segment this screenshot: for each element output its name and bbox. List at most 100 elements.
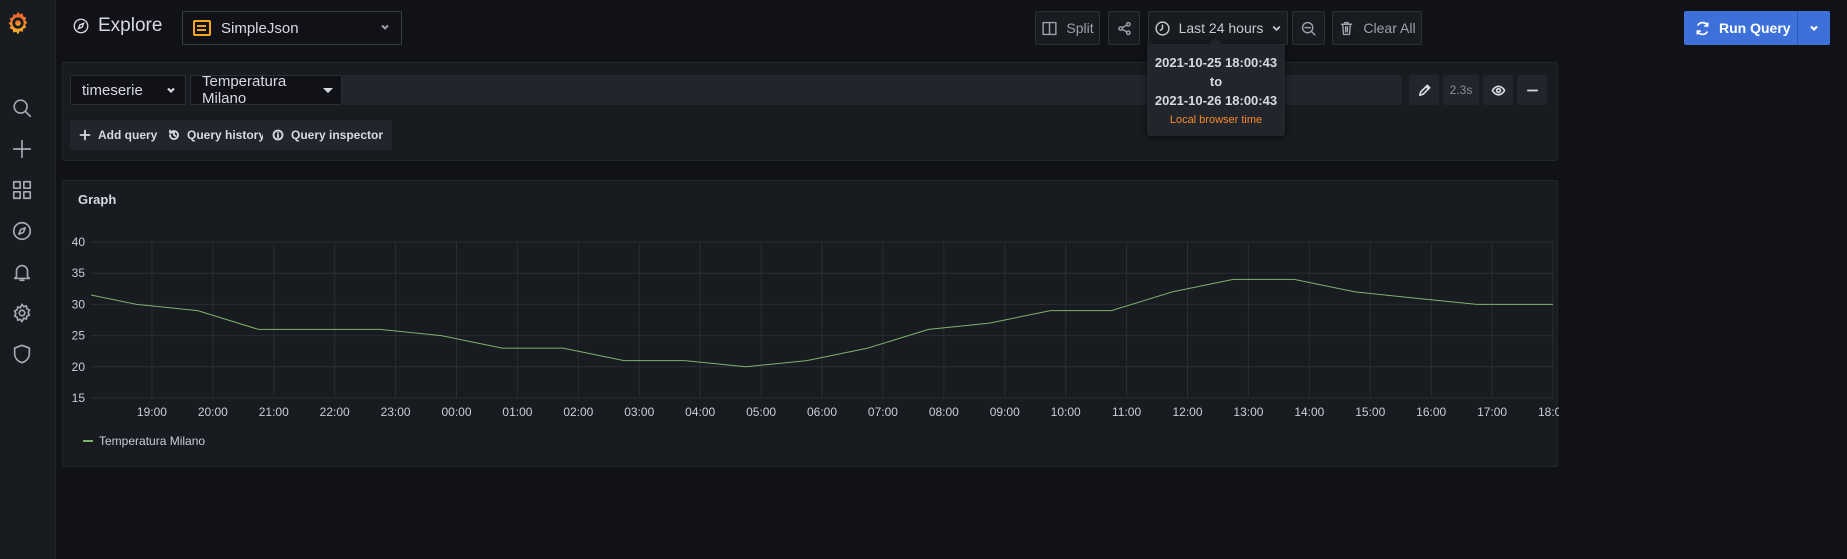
x-tick-label: 05:00 (746, 405, 776, 419)
dashboards-icon[interactable] (10, 178, 34, 202)
eye-icon (1491, 84, 1505, 96)
chevron-down-icon (167, 87, 175, 94)
info-icon (272, 129, 284, 141)
x-tick-label: 02:00 (563, 405, 593, 419)
legend-item[interactable]: Temperatura Milano (83, 434, 205, 448)
x-tick-label: 12:00 (1172, 405, 1202, 419)
tooltip-to: 2021-10-26 18:00:43 (1154, 93, 1278, 108)
split-columns-icon (1042, 21, 1057, 35)
y-tick-label: 25 (72, 329, 86, 343)
run-query-label: Run Query (1719, 20, 1791, 36)
x-tick-label: 00:00 (441, 405, 471, 419)
minus-icon (1526, 89, 1538, 91)
chevron-down-icon (1273, 25, 1281, 31)
time-range-tooltip: 2021-10-25 18:00:43 to 2021-10-26 18:00:… (1147, 38, 1285, 136)
tooltip-to-word: to (1209, 74, 1223, 89)
plus-icon (79, 129, 91, 141)
share-icon (1117, 21, 1131, 35)
run-query-button[interactable]: Run Query (1684, 11, 1830, 45)
x-tick-label: 09:00 (990, 405, 1020, 419)
zoom-out-icon (1301, 21, 1316, 36)
legend-label: Temperatura Milano (99, 434, 206, 448)
chevron-down-icon (379, 20, 391, 37)
x-tick-label: 11:00 (1112, 405, 1141, 419)
x-tick-label: 17:00 (1477, 405, 1507, 419)
graph-chart[interactable]: 15 20 25 30 35 40 19:00 20:00 21:00 22:00 23:00 00:… (63, 181, 1559, 468)
x-tick-label: 14:00 (1294, 405, 1324, 419)
split-button[interactable]: Split (1035, 11, 1100, 45)
x-tick-label: 03:00 (624, 405, 654, 419)
remove-query-button[interactable] (1517, 75, 1547, 105)
graph-panel: Graph 15 20 25 30 35 40 19:00 20:00 21:00 22:00 23… (62, 180, 1559, 468)
x-tick-label: 19:00 (137, 405, 167, 419)
trash-icon (1341, 21, 1353, 35)
query-type-select[interactable]: timeserie (70, 75, 186, 105)
edit-query-button[interactable] (1409, 75, 1439, 105)
x-tick-label: 16:00 (1416, 405, 1446, 419)
x-tick-label: 18:00 (1538, 405, 1559, 419)
query-time-badge: 2.3s (1443, 75, 1479, 105)
explore-compass-icon[interactable] (10, 219, 34, 243)
query-time-value: 2.3s (1449, 83, 1473, 97)
y-tick-label: 20 (72, 360, 86, 374)
toggle-visibility-button[interactable] (1483, 75, 1513, 105)
x-tick-label: 04:00 (685, 405, 715, 419)
page-title-text: Explore (98, 15, 163, 36)
x-tick-label: 22:00 (320, 405, 350, 419)
datasource-name: SimpleJson (221, 19, 299, 37)
clear-all-button[interactable]: Clear All (1332, 11, 1422, 45)
x-tick-label: 10:00 (1051, 405, 1081, 419)
x-tick-label: 21:00 (259, 405, 289, 419)
explore-compass-icon (73, 18, 89, 34)
caret-down-icon (323, 87, 333, 93)
search-icon[interactable] (10, 96, 34, 120)
x-tick-label: 13:00 (1233, 405, 1263, 419)
y-tick-label: 15 (72, 391, 86, 405)
legend-swatch (83, 440, 93, 442)
tooltip-timezone: Local browser time (1169, 114, 1263, 126)
run-query-main[interactable]: Run Query (1684, 11, 1798, 45)
query-target-select[interactable]: Temperatura Milano (190, 73, 342, 107)
add-query-button[interactable]: Add query (70, 120, 167, 150)
top-bar: Explore SimpleJson (56, 0, 1847, 56)
x-tick-label: 01:00 (502, 405, 532, 419)
zoom-out-button[interactable] (1292, 11, 1325, 45)
datasource-picker[interactable]: SimpleJson (182, 11, 402, 45)
grafana-logo-icon[interactable] (5, 10, 31, 36)
query-history-button[interactable]: Query history (159, 120, 275, 150)
y-tick-label: 35 (72, 266, 86, 280)
x-tick-label: 23:00 (381, 405, 411, 419)
query-inspector-button[interactable]: Query inspector (263, 120, 393, 150)
query-editor-panel: timeserie Temperatura Milano 2.3s Add qu… (62, 62, 1558, 161)
x-tick-label: 08:00 (929, 405, 959, 419)
share-button[interactable] (1108, 11, 1140, 45)
chevron-down-icon (1810, 25, 1818, 32)
history-icon (169, 129, 179, 140)
y-tick-label: 30 (72, 297, 86, 311)
gear-icon[interactable] (10, 301, 34, 325)
time-range-label: Last 24 hours (1178, 20, 1264, 36)
clock-icon (1154, 20, 1170, 36)
x-tick-label: 06:00 (807, 405, 837, 419)
query-type-value: timeserie (82, 81, 143, 99)
x-tick-label: 15:00 (1355, 405, 1385, 419)
clear-all-label: Clear All (1363, 20, 1416, 36)
query-history-label: Query history (187, 128, 266, 142)
pencil-icon (1418, 84, 1430, 96)
split-label: Split (1066, 20, 1094, 36)
query-inspector-label: Query inspector (291, 128, 384, 142)
alerting-bell-icon[interactable] (10, 260, 34, 284)
refresh-icon (1696, 21, 1709, 35)
simplejson-datasource-icon (193, 20, 211, 36)
y-tick-label: 40 (72, 235, 86, 249)
tooltip-from: 2021-10-25 18:00:43 (1154, 55, 1278, 70)
x-tick-label: 20:00 (198, 405, 228, 419)
sidebar (0, 0, 56, 559)
plus-icon[interactable] (10, 137, 34, 161)
run-query-interval-dropdown[interactable] (1798, 11, 1830, 45)
x-tick-label: 07:00 (868, 405, 898, 419)
page-title: Explore (72, 15, 162, 37)
query-target-value: Temperatura Milano (202, 73, 287, 107)
shield-icon[interactable] (10, 342, 34, 366)
add-query-label: Add query (98, 128, 158, 142)
